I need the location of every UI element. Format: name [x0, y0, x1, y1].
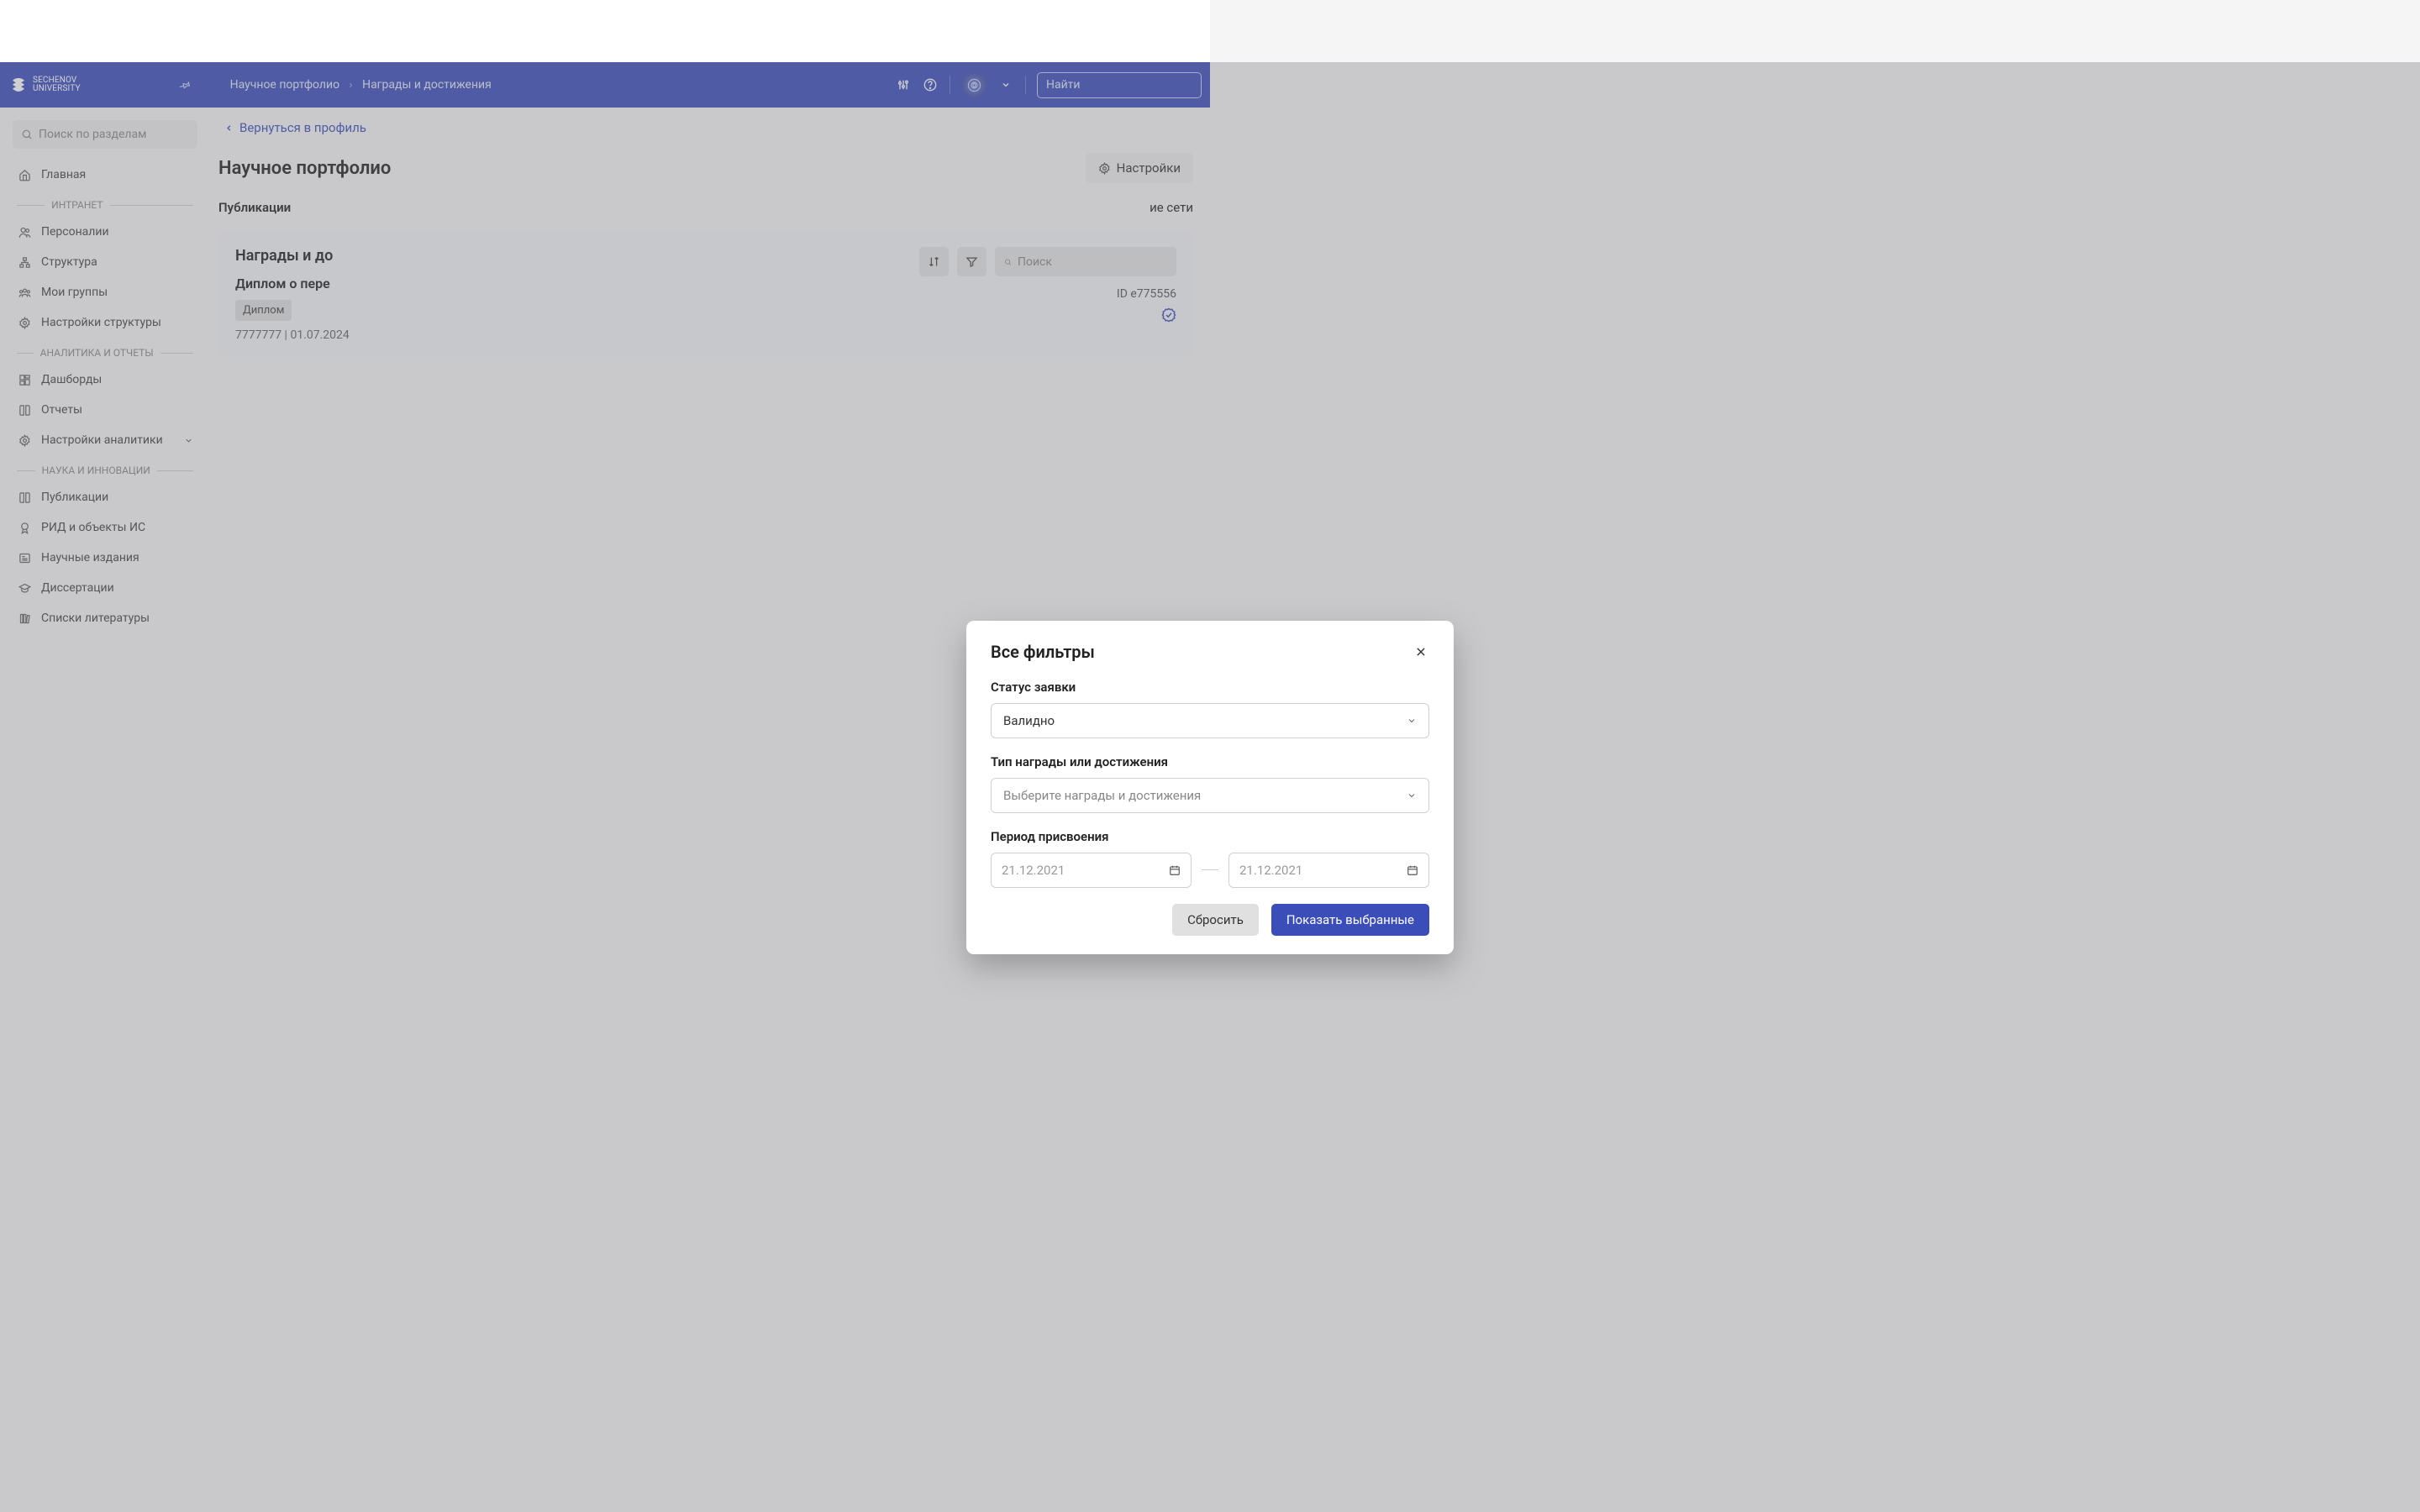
- type-select-placeholder: Выберите награды и достижения: [1003, 788, 1201, 803]
- close-icon: [1415, 646, 1427, 658]
- date-to[interactable]: [1228, 853, 1429, 888]
- chevron-down-icon: [1407, 790, 1417, 801]
- type-label: Тип награды или достижения: [991, 754, 1429, 769]
- chevron-down-icon: [1407, 716, 1417, 726]
- date-range-dash: [1202, 869, 1218, 870]
- date-from[interactable]: [991, 853, 1192, 888]
- date-from-input[interactable]: [1002, 863, 1169, 878]
- browser-chrome-area: [0, 0, 1210, 62]
- close-button[interactable]: [1413, 643, 1429, 660]
- apply-button[interactable]: Показать выбранные: [1271, 904, 1429, 936]
- modal-title: Все фильтры: [991, 642, 1095, 662]
- date-to-input[interactable]: [1239, 863, 1407, 878]
- reset-button[interactable]: Сбросить: [1172, 904, 1259, 936]
- modal-overlay[interactable]: Все фильтры Статус заявки Валидно Тип на…: [0, 62, 2420, 1512]
- calendar-icon: [1169, 864, 1181, 876]
- calendar-icon: [1407, 864, 1418, 876]
- status-select[interactable]: Валидно: [991, 703, 1429, 738]
- status-label: Статус заявки: [991, 680, 1429, 695]
- type-select[interactable]: Выберите награды и достижения: [991, 778, 1429, 813]
- status-select-value: Валидно: [1003, 713, 1055, 728]
- filter-modal: Все фильтры Статус заявки Валидно Тип на…: [966, 621, 1454, 954]
- period-label: Период присвоения: [991, 829, 1429, 844]
